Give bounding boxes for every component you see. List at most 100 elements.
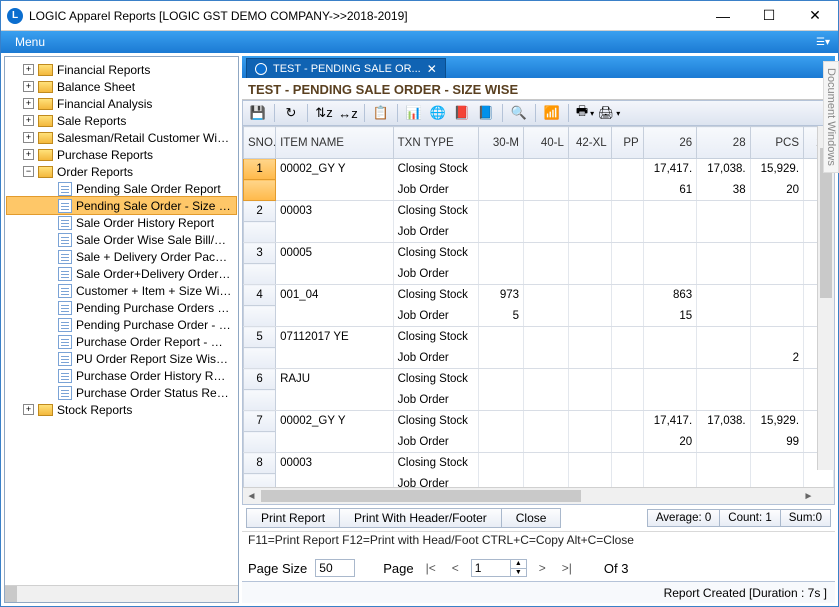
grid-cell[interactable] (244, 390, 276, 411)
tree-horizontal-scrollbar[interactable] (5, 585, 238, 602)
grid-cell[interactable] (804, 474, 834, 488)
page-setup-icon[interactable]: 🖶 (574, 103, 596, 123)
grid-cell[interactable] (611, 243, 643, 264)
grid-cell[interactable] (643, 348, 696, 369)
grid-cell[interactable] (276, 222, 394, 243)
maximize-button[interactable]: ☐ (746, 1, 792, 31)
close-button[interactable]: ✕ (792, 1, 838, 31)
table-row[interactable]: 200003Closing Stock (244, 201, 834, 222)
table-row[interactable]: 100002_GY YClosing Stock17,417.17,038.15… (244, 159, 834, 180)
document-tab-close-icon[interactable]: ✕ (427, 62, 437, 76)
grid-cell[interactable]: Job Order (393, 474, 479, 488)
tree-expand-icon[interactable]: + (23, 115, 34, 126)
grid-cell[interactable] (697, 390, 750, 411)
grid-cell[interactable]: 00005 (276, 243, 394, 264)
grid-cell[interactable] (750, 243, 803, 264)
grid-cell[interactable]: 5 (479, 306, 524, 327)
tree-report-node[interactable]: Sale Order+Delivery Order+S... (7, 265, 236, 282)
grid-cell[interactable] (568, 201, 611, 222)
grid-cell[interactable] (568, 327, 611, 348)
grid-cell[interactable]: 17,417. (643, 159, 696, 180)
grid-cell[interactable] (276, 264, 394, 285)
grid-cell[interactable]: 15,929. (750, 159, 803, 180)
menu-button[interactable]: Menu (9, 33, 51, 51)
column-header[interactable]: 30-M (479, 127, 524, 159)
grid-cell[interactable] (697, 432, 750, 453)
grid-cell[interactable]: Job Order (393, 348, 479, 369)
column-header[interactable]: 42-XL (568, 127, 611, 159)
grid-cell[interactable] (524, 411, 569, 432)
fit-columns-icon[interactable]: ↔z (337, 103, 359, 123)
grid-cell[interactable]: 00002_GY Y (276, 411, 394, 432)
page-size-input[interactable] (315, 559, 355, 577)
grid-cell[interactable] (524, 285, 569, 306)
table-row[interactable]: Job Order (244, 264, 834, 285)
grid-cell[interactable] (750, 264, 803, 285)
grid-cell[interactable] (524, 222, 569, 243)
grid-cell[interactable] (750, 369, 803, 390)
column-header[interactable]: PP (611, 127, 643, 159)
grid-cell[interactable]: 973 (479, 285, 524, 306)
grid-cell[interactable]: 17,038. (697, 411, 750, 432)
grid-cell[interactable] (750, 285, 803, 306)
grid-cell[interactable] (524, 474, 569, 488)
grid-cell[interactable]: 8 (244, 453, 276, 474)
grid-cell[interactable] (643, 390, 696, 411)
page-number-input[interactable] (472, 560, 510, 576)
grid-cell[interactable] (750, 474, 803, 488)
grid-cell[interactable] (524, 201, 569, 222)
grid-cell[interactable] (697, 222, 750, 243)
grid-cell[interactable]: Job Order (393, 390, 479, 411)
grid-cell[interactable] (697, 243, 750, 264)
grid-cell[interactable] (643, 201, 696, 222)
tree-report-node[interactable]: Purchase Order Status Report (7, 384, 236, 401)
document-windows-side-tab[interactable]: Document Windows (823, 61, 839, 173)
grid-cell[interactable] (643, 369, 696, 390)
column-header[interactable]: ITEM NAME (276, 127, 394, 159)
table-row[interactable]: 300005Closing Stock (244, 243, 834, 264)
sort-icon[interactable]: ⇅z (313, 103, 335, 123)
tree-report-node[interactable]: Purchase Order History Report (7, 367, 236, 384)
grid-cell[interactable] (524, 432, 569, 453)
grid-cell[interactable] (643, 222, 696, 243)
grid-cell[interactable] (697, 201, 750, 222)
table-row[interactable]: Job Order (244, 390, 834, 411)
table-row[interactable]: Job Order (244, 474, 834, 488)
grid-cell[interactable] (276, 390, 394, 411)
page-spin-down[interactable]: ▼ (511, 569, 526, 577)
grid-cell[interactable]: 7 (244, 411, 276, 432)
grid-cell[interactable] (524, 348, 569, 369)
grid-cell[interactable] (611, 285, 643, 306)
tree-folder-node[interactable]: +Sale Reports (7, 112, 236, 129)
table-row[interactable]: 800003Closing Stock (244, 453, 834, 474)
tree-expand-icon[interactable]: + (23, 404, 34, 415)
grid-cell[interactable] (276, 180, 394, 201)
grid-cell[interactable] (568, 411, 611, 432)
grid-cell[interactable] (524, 243, 569, 264)
menu-dropdown-icon[interactable]: ☰▾ (816, 37, 830, 48)
print-header-footer-button[interactable]: Print With Header/Footer (339, 508, 502, 528)
tree-expand-icon[interactable]: + (23, 98, 34, 109)
grid-cell[interactable]: 5 (244, 327, 276, 348)
tree-expand-icon[interactable]: − (23, 166, 34, 177)
print-icon[interactable]: 🖨 (598, 103, 620, 123)
pager-prev-button[interactable]: < (448, 561, 463, 575)
grid-cell[interactable] (479, 264, 524, 285)
grid-cell[interactable] (524, 390, 569, 411)
grid-cell[interactable] (611, 390, 643, 411)
grid-cell[interactable]: 99 (750, 432, 803, 453)
grid-cell[interactable] (697, 348, 750, 369)
grid-cell[interactable] (479, 411, 524, 432)
grid-vertical-scrollbar[interactable] (817, 126, 834, 470)
grid-cell[interactable] (568, 264, 611, 285)
grid-cell[interactable]: 863 (643, 285, 696, 306)
minimize-button[interactable]: — (700, 1, 746, 31)
grid-cell[interactable] (643, 243, 696, 264)
table-row[interactable]: Job Order2 (244, 348, 834, 369)
grid-cell[interactable] (611, 159, 643, 180)
grid-cell[interactable] (244, 180, 276, 201)
tree-report-node[interactable]: Sale + Delivery Order Packing... (7, 248, 236, 265)
table-row[interactable]: 6RAJUClosing Stock (244, 369, 834, 390)
grid-cell[interactable] (244, 474, 276, 488)
column-header[interactable]: TXN TYPE (393, 127, 479, 159)
